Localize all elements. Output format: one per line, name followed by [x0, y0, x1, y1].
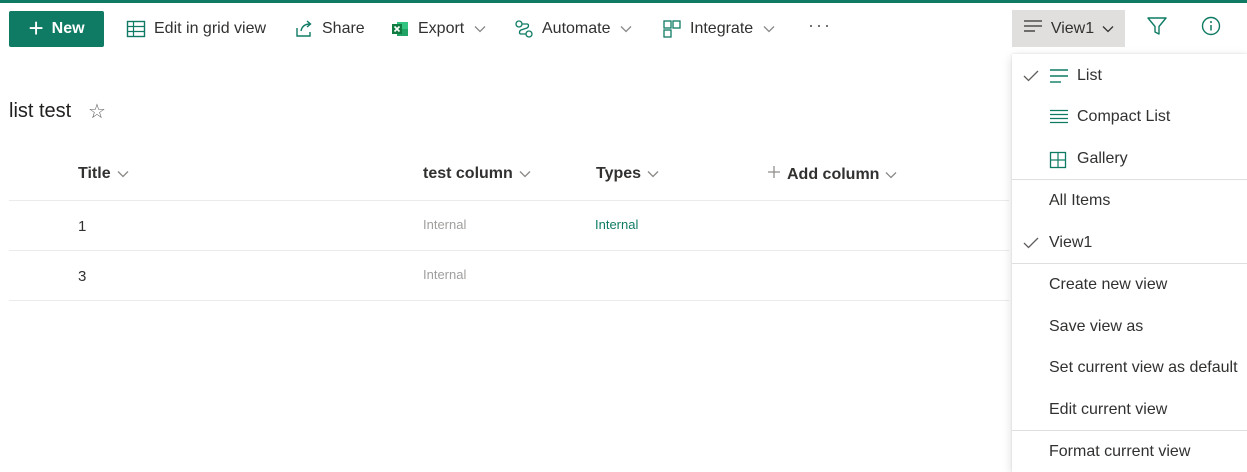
- menu-item-label: Set current view as default: [1049, 359, 1238, 376]
- edit-in-grid-view-label: Edit in grid view: [154, 20, 267, 37]
- chevron-down-icon: [647, 165, 659, 183]
- gallery-icon: [1049, 151, 1067, 174]
- menu-item-label: Create new view: [1049, 276, 1168, 293]
- flow-icon: [514, 19, 534, 39]
- chevron-down-icon: [474, 25, 486, 33]
- share-label: Share: [322, 20, 365, 37]
- new-button[interactable]: + New: [9, 11, 104, 47]
- menu-divider: [1012, 430, 1247, 431]
- table-row[interactable]: 3 Internal: [9, 251, 1009, 301]
- menu-item-set-default-view[interactable]: Set current view as default: [1012, 349, 1247, 387]
- menu-item-label: Gallery: [1077, 150, 1128, 167]
- chevron-down-icon: [885, 166, 897, 184]
- column-header-types[interactable]: Types: [596, 165, 659, 183]
- favorite-star-icon[interactable]: ☆: [88, 99, 106, 124]
- share-icon: [294, 19, 314, 39]
- new-label: New: [51, 20, 85, 37]
- info-icon: [1200, 15, 1222, 42]
- plus-icon: +: [28, 12, 44, 43]
- menu-item-label: Format current view: [1049, 443, 1191, 460]
- export-button[interactable]: Export: [390, 13, 486, 45]
- menu-item-edit-current-view[interactable]: Edit current view: [1012, 391, 1247, 429]
- add-column-label: Add column: [787, 165, 880, 183]
- integrate-button[interactable]: Integrate: [662, 13, 775, 45]
- menu-divider: [1012, 263, 1247, 264]
- menu-item-label: Compact List: [1077, 108, 1171, 125]
- cell-types: Internal: [595, 217, 639, 232]
- chevron-down-icon: [1102, 20, 1114, 38]
- filter-button[interactable]: [1143, 14, 1171, 42]
- menu-item-view1[interactable]: View1: [1012, 224, 1247, 262]
- list-lines-icon: [1023, 19, 1043, 38]
- more-options-button[interactable]: ···: [808, 15, 832, 36]
- automate-button[interactable]: Automate: [514, 13, 632, 45]
- export-label: Export: [418, 20, 465, 37]
- top-accent-bar: [0, 0, 1247, 3]
- cell-test-column: Internal: [423, 217, 467, 232]
- integrate-label: Integrate: [690, 20, 754, 37]
- menu-item-compact-list-layout[interactable]: Compact List: [1012, 98, 1247, 136]
- view-options-menu: List Compact List Gallery All Items View…: [1012, 54, 1247, 472]
- menu-item-all-items-view[interactable]: All Items: [1012, 182, 1247, 220]
- menu-item-label: Edit current view: [1049, 401, 1168, 418]
- column-header-label: test column: [423, 165, 513, 182]
- cell-title[interactable]: 1: [78, 218, 86, 235]
- edit-in-grid-view-button[interactable]: Edit in grid view: [126, 13, 266, 45]
- cell-test-column: Internal: [423, 267, 467, 282]
- menu-divider: [1012, 179, 1247, 180]
- column-header-title[interactable]: Title: [78, 165, 129, 183]
- chevron-down-icon: [620, 25, 632, 33]
- column-header-test-column[interactable]: test column: [423, 165, 531, 183]
- menu-item-save-view-as[interactable]: Save view as: [1012, 308, 1247, 346]
- integrate-icon: [662, 19, 682, 39]
- chevron-down-icon: [117, 165, 129, 183]
- table-row[interactable]: 1 Internal Internal: [9, 201, 1009, 251]
- info-button[interactable]: [1197, 14, 1225, 42]
- view-switcher-label: View1: [1050, 19, 1095, 37]
- chevron-down-icon: [519, 165, 531, 183]
- menu-item-label: All Items: [1049, 192, 1111, 209]
- menu-item-label: View1: [1049, 234, 1093, 251]
- chevron-down-icon: [763, 25, 775, 33]
- view-switcher-button[interactable]: View1: [1012, 10, 1125, 47]
- checkmark-icon: [1023, 69, 1039, 87]
- automate-label: Automate: [542, 20, 611, 37]
- column-header-label: Title: [78, 165, 111, 182]
- menu-item-create-new-view[interactable]: Create new view: [1012, 266, 1247, 304]
- cell-title[interactable]: 3: [78, 268, 86, 285]
- menu-item-gallery-layout[interactable]: Gallery: [1012, 140, 1247, 178]
- menu-item-format-current-view[interactable]: Format current view: [1012, 433, 1247, 471]
- column-header-label: Types: [596, 165, 642, 182]
- list-title: list test: [9, 100, 72, 122]
- excel-icon: [390, 19, 410, 39]
- menu-item-label: Save view as: [1049, 318, 1144, 335]
- plus-icon: [767, 165, 781, 184]
- compact-list-icon: [1049, 109, 1069, 130]
- share-button[interactable]: Share: [294, 13, 365, 45]
- menu-item-label: List: [1077, 67, 1102, 84]
- filter-icon: [1146, 15, 1168, 42]
- menu-item-list-layout[interactable]: List: [1012, 57, 1247, 95]
- list-lines-icon: [1049, 68, 1069, 89]
- add-column-button[interactable]: Add column: [767, 165, 897, 184]
- checkmark-icon: [1023, 236, 1039, 254]
- grid-icon: [126, 19, 146, 39]
